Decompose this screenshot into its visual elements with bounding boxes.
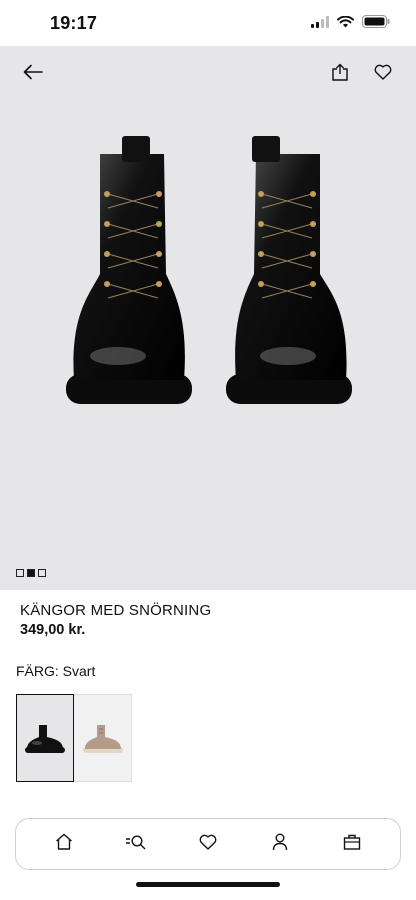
home-icon <box>55 833 73 855</box>
color-swatches <box>16 694 132 782</box>
heart-icon <box>374 64 392 85</box>
home-indicator <box>136 882 280 887</box>
product-title: KÄNGOR MED SNÖRNING <box>20 602 212 619</box>
status-time: 19:17 <box>50 13 98 33</box>
pager-dot[interactable] <box>38 569 46 577</box>
pager-dot[interactable] <box>16 569 24 577</box>
swatch-beige[interactable] <box>74 694 132 782</box>
pager-dot-active[interactable] <box>27 569 35 577</box>
heart-icon <box>199 834 217 855</box>
product-price: 349,00 kr. <box>20 622 86 638</box>
nav-wishlist[interactable] <box>188 824 228 864</box>
black-boot-thumbnail <box>25 725 65 753</box>
status-bar: 19:17 <box>0 0 416 46</box>
share-icon <box>331 63 349 86</box>
share-button[interactable] <box>322 56 358 92</box>
wifi-icon <box>337 15 354 33</box>
back-button[interactable] <box>15 56 51 92</box>
nav-home[interactable] <box>44 824 84 864</box>
wishlist-button[interactable] <box>365 56 401 92</box>
search-icon <box>125 834 147 855</box>
swatch-black[interactable] <box>16 694 74 782</box>
gallery-pager <box>16 569 46 577</box>
status-icons <box>311 15 390 33</box>
product-image <box>66 136 352 404</box>
bottom-navigation <box>15 818 401 870</box>
battery-icon <box>362 15 390 33</box>
bag-icon <box>343 833 361 855</box>
nav-account[interactable] <box>260 824 300 864</box>
beige-boot-thumbnail <box>82 725 123 753</box>
arrow-left-icon <box>23 64 43 85</box>
product-gallery[interactable] <box>0 46 416 590</box>
nav-search[interactable] <box>116 824 156 864</box>
signal-icon <box>311 15 329 33</box>
nav-bag[interactable] <box>332 824 372 864</box>
person-icon <box>272 833 288 856</box>
color-label: FÄRG: Svart <box>16 663 96 679</box>
